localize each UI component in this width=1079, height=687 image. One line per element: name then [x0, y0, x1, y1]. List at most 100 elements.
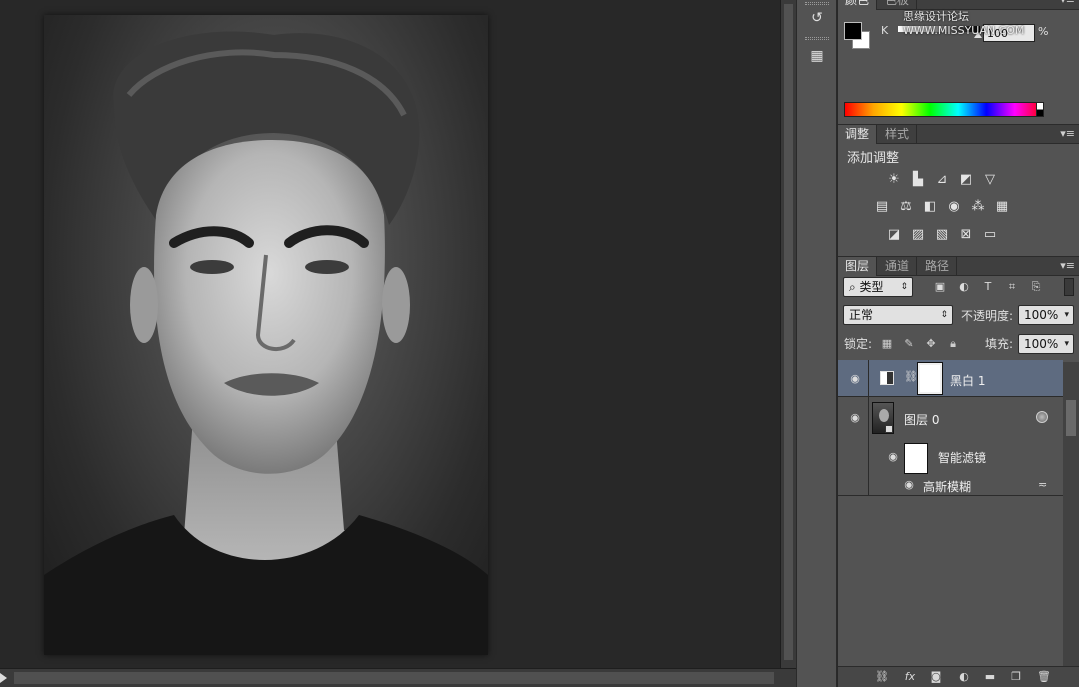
exposure-icon[interactable]: ◩ — [957, 172, 975, 188]
delete-layer-trash-icon[interactable]: 🗑︎ — [1036, 670, 1052, 684]
smart-filters-row[interactable]: ◉ 智能滤镜 — [838, 439, 1063, 474]
pixel-layer-filter-icon[interactable]: ▣ — [932, 280, 948, 294]
canvas-horizontal-scrollbar[interactable] — [0, 668, 796, 687]
opacity-value: 100% — [1024, 308, 1059, 322]
visibility-eye-icon[interactable]: ◉ — [848, 373, 862, 384]
thumbnail-face — [879, 409, 889, 422]
curves-icon[interactable]: ⊿ — [933, 172, 951, 188]
foreground-color-swatch[interactable] — [844, 22, 862, 40]
scroll-thumb[interactable] — [784, 4, 793, 660]
smart-filter-options-icon[interactable] — [1036, 411, 1048, 423]
strip-grip[interactable] — [805, 37, 829, 40]
color-lookup-icon[interactable]: ▦ — [993, 199, 1011, 215]
chevron-down-icon[interactable]: ▾ — [1064, 306, 1069, 325]
fill-value: 100% — [1024, 337, 1059, 351]
row-divider — [868, 360, 869, 397]
scroll-thumb[interactable] — [1066, 400, 1076, 436]
filter-row-gaussian-blur[interactable]: ◉ 高斯模糊 ≂ — [838, 474, 1063, 496]
levels-icon[interactable]: ▙ — [909, 172, 927, 188]
layer-row-layer0[interactable]: ◉ 图层 0 — [838, 397, 1063, 495]
filter-blending-options-icon[interactable]: ≂ — [1038, 478, 1047, 491]
layer-style-fx-icon[interactable]: fx — [902, 670, 918, 684]
new-adjustment-layer-icon[interactable]: ◐ — [956, 670, 972, 684]
scroll-thumb[interactable] — [14, 672, 774, 684]
lock-all-icon[interactable]: 🔒︎ — [946, 337, 960, 351]
adjustment-layer-filter-icon[interactable]: ◐ — [956, 280, 972, 294]
chevron-updown-icon: ⇕ — [940, 310, 948, 320]
layers-tabbar: 图层 通道 路径 ▾≡ — [838, 257, 1079, 276]
canvas-vertical-scrollbar[interactable] — [780, 0, 796, 668]
photo-filter-icon[interactable]: ◉ — [945, 199, 963, 215]
hue-saturation-icon[interactable]: ▤ — [873, 199, 891, 215]
layer-filter-kind-select[interactable]: ⌕ 类型 ⇕ — [843, 277, 913, 297]
tab-layers[interactable]: 图层 — [838, 257, 878, 276]
visibility-eye-icon[interactable]: ◉ — [902, 479, 916, 490]
smart-object-badge-icon — [885, 425, 893, 433]
search-icon: ⌕ — [849, 280, 860, 294]
panel-menu-icon[interactable]: ▾≡ — [1060, 0, 1075, 6]
color-balance-icon[interactable]: ⚖ — [897, 199, 915, 215]
tab-channels[interactable]: 通道 — [878, 257, 918, 276]
new-group-folder-icon[interactable]: ▬ — [982, 670, 998, 684]
filter-kind-value: 类型 — [859, 280, 884, 294]
layer-thumbnail[interactable] — [872, 402, 894, 434]
layer-name[interactable]: 黑白 1 — [950, 372, 985, 389]
smart-object-filter-icon[interactable]: ⎘ — [1028, 280, 1044, 294]
watermark-text: 思缘设计论坛 WWW.MISSYUAN.COM — [903, 10, 1025, 37]
new-layer-icon[interactable]: ❐ — [1008, 670, 1024, 684]
gradient-map-icon[interactable]: ▭ — [981, 227, 999, 243]
scroll-left-arrow-icon[interactable] — [0, 673, 7, 683]
black-white-icon[interactable]: ◧ — [921, 199, 939, 215]
link-layers-icon[interactable]: ⛓ — [874, 670, 890, 684]
panel-menu-icon[interactable]: ▾≡ — [1060, 259, 1075, 272]
filter-toggle-switch[interactable] — [1064, 278, 1074, 296]
layer-name[interactable]: 图层 0 — [904, 411, 939, 428]
add-mask-icon[interactable]: ◙ — [928, 670, 944, 684]
document-canvas[interactable] — [0, 0, 780, 668]
lock-label: 锁定: — [844, 337, 873, 351]
threshold-icon[interactable]: ▧ — [933, 227, 951, 243]
tab-adjustments[interactable]: 调整 — [838, 125, 878, 144]
lock-transparent-pixels-icon[interactable]: ▦ — [880, 337, 894, 351]
properties-icon[interactable]: ▦ — [806, 46, 828, 66]
visibility-eye-icon[interactable]: ◉ — [886, 451, 900, 462]
vibrance-icon[interactable]: ▽ — [981, 172, 999, 188]
history-icon[interactable]: ↺ — [806, 8, 828, 28]
tab-styles[interactable]: 样式 — [878, 125, 918, 144]
selective-color-icon[interactable]: ⊠ — [957, 227, 975, 243]
opacity-input[interactable]: 100% ▾ — [1018, 305, 1074, 325]
black-white-adjustment-icon — [880, 371, 894, 385]
layer-row-black-white[interactable]: ◉ ⛓ 黑白 1 — [838, 360, 1063, 397]
layers-scrollbar[interactable] — [1063, 362, 1079, 666]
brightness-contrast-icon[interactable]: ☀ — [885, 172, 903, 188]
tab-paths[interactable]: 路径 — [918, 257, 958, 276]
link-chain-icon[interactable]: ⛓ — [904, 370, 918, 383]
lock-image-pixels-icon[interactable]: ✎ — [902, 337, 916, 351]
channel-mixer-icon[interactable]: ⁂ — [969, 199, 987, 215]
k-channel-label: K — [881, 24, 889, 37]
panel-menu-icon[interactable]: ▾≡ — [1060, 127, 1075, 140]
blend-mode-value: 正常 — [849, 308, 874, 322]
visibility-eye-icon[interactable]: ◉ — [848, 412, 862, 423]
chevron-down-icon[interactable]: ▾ — [1064, 335, 1069, 354]
filter-name[interactable]: 高斯模糊 — [923, 478, 971, 495]
blend-mode-select[interactable]: 正常 ⇕ — [843, 305, 953, 325]
smart-filter-mask-thumbnail[interactable] — [904, 443, 928, 474]
shape-layer-filter-icon[interactable]: ⌗ — [1004, 280, 1020, 294]
right-panel-dock: 颜色 色板 ▾≡ K 100 % 调整 样式 ▾≡ 添加调整 ☀ ▙ ⊿ ◩ ▽… — [838, 0, 1079, 687]
lock-position-icon[interactable]: ✥ — [924, 337, 938, 351]
layer-mask-thumbnail[interactable] — [918, 363, 942, 394]
type-layer-filter-icon[interactable]: T — [980, 280, 996, 294]
smart-filters-label[interactable]: 智能滤镜 — [938, 449, 986, 466]
layers-bottom-toolbar: ⛓ fx ◙ ◐ ▬ ❐ 🗑︎ — [838, 666, 1079, 687]
fill-label: 填充: — [985, 337, 1014, 351]
black-white-swatch[interactable] — [1036, 102, 1044, 117]
invert-icon[interactable]: ◪ — [885, 227, 903, 243]
tab-color[interactable]: 颜色 — [838, 0, 878, 10]
posterize-icon[interactable]: ▨ — [909, 227, 927, 243]
add-adjustment-title: 添加调整 — [847, 151, 900, 166]
color-spectrum-bar[interactable] — [844, 102, 1044, 117]
fill-input[interactable]: 100% ▾ — [1018, 334, 1074, 354]
strip-grip[interactable] — [805, 2, 829, 5]
collapsed-panel-strip: ↺ ▦ — [796, 0, 837, 687]
